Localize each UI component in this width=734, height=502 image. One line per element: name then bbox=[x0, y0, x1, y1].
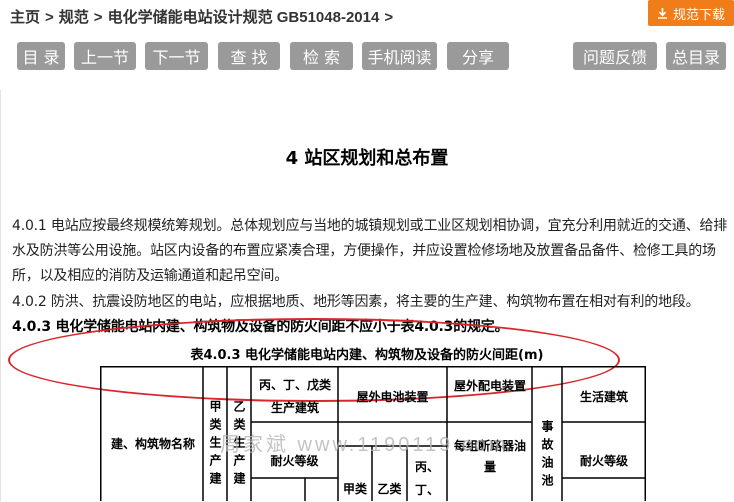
table-header-outdoor-a: 甲类 bbox=[342, 482, 367, 496]
find-button[interactable]: 查 找 bbox=[218, 42, 280, 70]
download-spec-button[interactable]: 规范下载 bbox=[648, 0, 734, 26]
paragraph-4-0-1: 4.0.1 电站应按最终规模统筹规划。总体规划应与当地的城镇规划或工业区规划相协… bbox=[12, 218, 728, 284]
breadcrumb-separator: > bbox=[93, 9, 103, 26]
table-header-accident-oil-pool: 事故油池 bbox=[540, 419, 554, 492]
table-header-class-cde: 丙、丁、戊类生产建筑 bbox=[258, 378, 331, 415]
fire-distance-table: 建、构筑物名称 甲类生产建 乙类生产建 丙、丁、戊类生产建筑 耐火等级 屋外电池… bbox=[100, 366, 646, 501]
watermark: 周家斌 www.1190119.com bbox=[220, 434, 509, 456]
breadcrumb: 主页 > 规范 > 电化学储能电站设计规范 GB51048-2014 > bbox=[10, 6, 398, 27]
main-toc-button[interactable]: 总目录 bbox=[666, 42, 726, 70]
table-header-outdoor-b: 乙类 bbox=[377, 482, 402, 496]
table-header-distribution: 屋外配电装置 bbox=[453, 379, 526, 393]
mobile-read-button[interactable]: 手机阅读 bbox=[362, 42, 437, 70]
chapter-title: 4 站区规划和总布置 bbox=[285, 148, 449, 169]
share-button[interactable]: 分享 bbox=[447, 42, 509, 70]
feedback-button[interactable]: 问题反馈 bbox=[573, 42, 657, 70]
download-icon bbox=[657, 7, 667, 19]
prev-section-button[interactable]: 上一节 bbox=[74, 42, 136, 70]
toc-button[interactable]: 目 录 bbox=[17, 42, 65, 70]
table-header-living-building: 生活建筑 bbox=[579, 390, 628, 404]
breadcrumb-separator: > bbox=[45, 9, 54, 26]
table-header-name: 建、构筑物名称 bbox=[110, 437, 195, 451]
breadcrumb-separator: > bbox=[384, 9, 394, 26]
breadcrumb-current[interactable]: 电化学储能电站设计规范 GB51048-2014 bbox=[108, 9, 380, 26]
breadcrumb-category[interactable]: 规范 bbox=[59, 9, 89, 26]
table-header-outdoor-cde: 丙、丁、 bbox=[414, 460, 439, 497]
next-section-button[interactable]: 下一节 bbox=[145, 42, 208, 70]
search-button[interactable]: 检 索 bbox=[290, 42, 353, 70]
paragraph-4-0-2: 4.0.2 防洪、抗震设防地区的电站，应根据地质、地形等因素，将主要的生产建、构… bbox=[12, 294, 700, 310]
breadcrumb-home[interactable]: 主页 bbox=[10, 9, 40, 26]
table-header-living-fire-level: 耐火等级 bbox=[579, 454, 628, 468]
download-spec-label: 规范下载 bbox=[672, 6, 725, 22]
table-header-outdoor-battery: 屋外电池装置 bbox=[356, 390, 429, 404]
